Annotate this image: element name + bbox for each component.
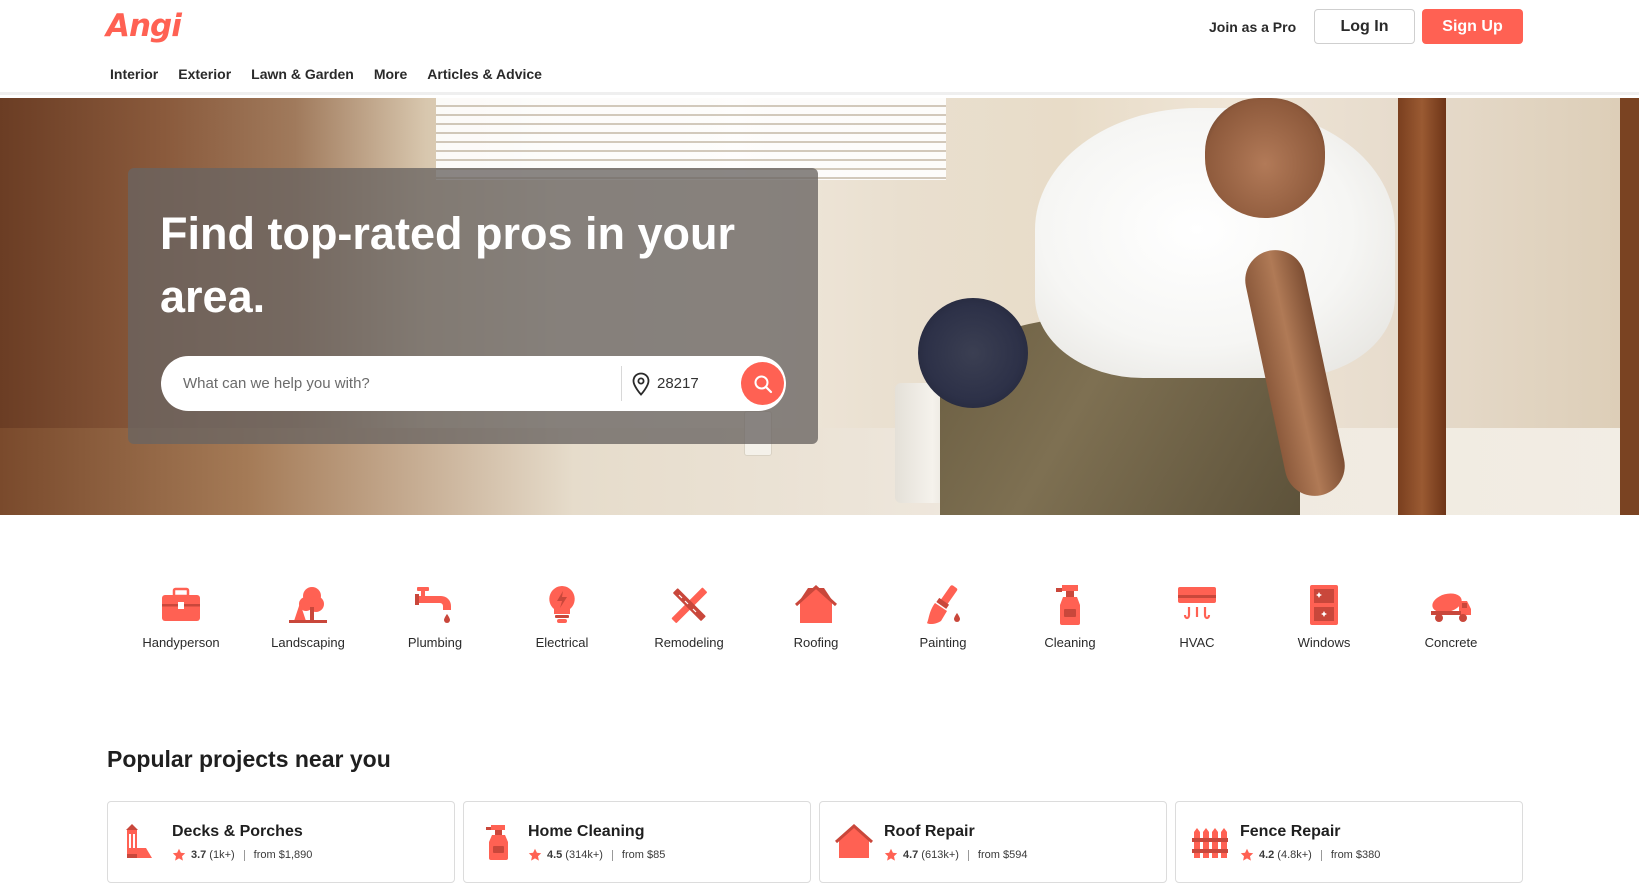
worker-head (1205, 98, 1325, 218)
popular-projects-heading: Popular projects near you (107, 746, 391, 772)
category-windows[interactable]: Windows (1269, 583, 1379, 650)
join-as-pro-link[interactable]: Join as a Pro (1209, 19, 1296, 35)
search-divider (621, 366, 622, 401)
meta-separator (1320, 849, 1322, 861)
hero-title: Find top-rated pros in your area. (160, 208, 735, 322)
project-meta: 4.7 (613k+) from $594 (884, 848, 1027, 862)
project-meta: 4.5 (314k+) from $85 (528, 848, 665, 862)
spray-bottle-icon (1056, 585, 1080, 625)
toolbox-icon (162, 587, 200, 621)
category-roofing[interactable]: Roofing (761, 583, 871, 650)
house-roof-icon (835, 823, 873, 858)
project-meta: 4.2 (4.8k+) from $380 (1240, 848, 1380, 862)
category-row: Handyperson Landscaping Plumbing Electri… (0, 583, 1639, 663)
project-card-fence-repair[interactable]: Fence Repair 4.2 (4.8k+) from $380 (1175, 801, 1523, 883)
category-cleaning[interactable]: Cleaning (1015, 583, 1125, 650)
category-remodeling[interactable]: Remodeling (634, 583, 744, 650)
login-button[interactable]: Log In (1314, 9, 1415, 44)
meta-separator (243, 849, 245, 861)
meta-separator (611, 849, 613, 861)
map-pin-icon (632, 372, 650, 396)
nav-more[interactable]: More (374, 66, 407, 82)
window-icon (1310, 585, 1338, 625)
ruler-pencil-icon (671, 587, 707, 623)
service-search-input[interactable] (183, 356, 603, 411)
star-icon (172, 848, 186, 861)
star-icon (528, 848, 542, 861)
star-icon (1240, 848, 1254, 861)
hero-search-card: Find top-rated pros in your area. (128, 168, 818, 444)
cement-mixer-icon (1431, 593, 1471, 622)
tree-icon (289, 587, 327, 623)
nav-lawn-garden[interactable]: Lawn & Garden (251, 66, 354, 82)
search-bar (161, 356, 786, 411)
site-header: Angi Interior Exterior Lawn & Garden Mor… (0, 0, 1639, 95)
angi-logo[interactable]: Angi (106, 8, 182, 44)
spray-bottle-icon (486, 825, 508, 860)
lightbulb-icon (549, 586, 575, 623)
category-plumbing[interactable]: Plumbing (380, 583, 490, 650)
category-hvac[interactable]: HVAC (1142, 583, 1252, 650)
main-nav: Interior Exterior Lawn & Garden More Art… (110, 66, 542, 82)
category-painting[interactable]: Painting (888, 583, 998, 650)
fence-icon (1192, 828, 1228, 858)
category-concrete[interactable]: Concrete (1396, 583, 1506, 650)
meta-separator (967, 849, 969, 861)
signup-button[interactable]: Sign Up (1422, 9, 1523, 44)
deck-icon (126, 824, 152, 858)
house-roof-icon (794, 584, 838, 623)
search-button[interactable] (741, 362, 784, 405)
paintbrush-icon (927, 585, 960, 625)
air-conditioner-icon (1178, 587, 1216, 620)
project-card-roof-repair[interactable]: Roof Repair 4.7 (613k+) from $594 (819, 801, 1167, 883)
zip-code-input[interactable] (657, 356, 737, 411)
hero-door-frame (1398, 98, 1446, 515)
project-meta: 3.7 (1k+) from $1,890 (172, 848, 312, 862)
search-icon (754, 375, 772, 393)
nav-interior[interactable]: Interior (110, 66, 158, 82)
hero-banner: Find top-rated pros in your area. (0, 98, 1639, 515)
worker-kneepad (918, 298, 1028, 408)
star-icon (884, 848, 898, 861)
nav-exterior[interactable]: Exterior (178, 66, 231, 82)
project-card-decks-porches[interactable]: Decks & Porches 3.7 (1k+) from $1,890 (107, 801, 455, 883)
category-electrical[interactable]: Electrical (507, 583, 617, 650)
faucet-icon (415, 587, 451, 623)
category-handyperson[interactable]: Handyperson (126, 583, 236, 650)
hero-door-frame-edge (1620, 98, 1639, 515)
nav-articles-advice[interactable]: Articles & Advice (427, 66, 542, 82)
category-landscaping[interactable]: Landscaping (253, 583, 363, 650)
project-card-home-cleaning[interactable]: Home Cleaning 4.5 (314k+) from $85 (463, 801, 811, 883)
